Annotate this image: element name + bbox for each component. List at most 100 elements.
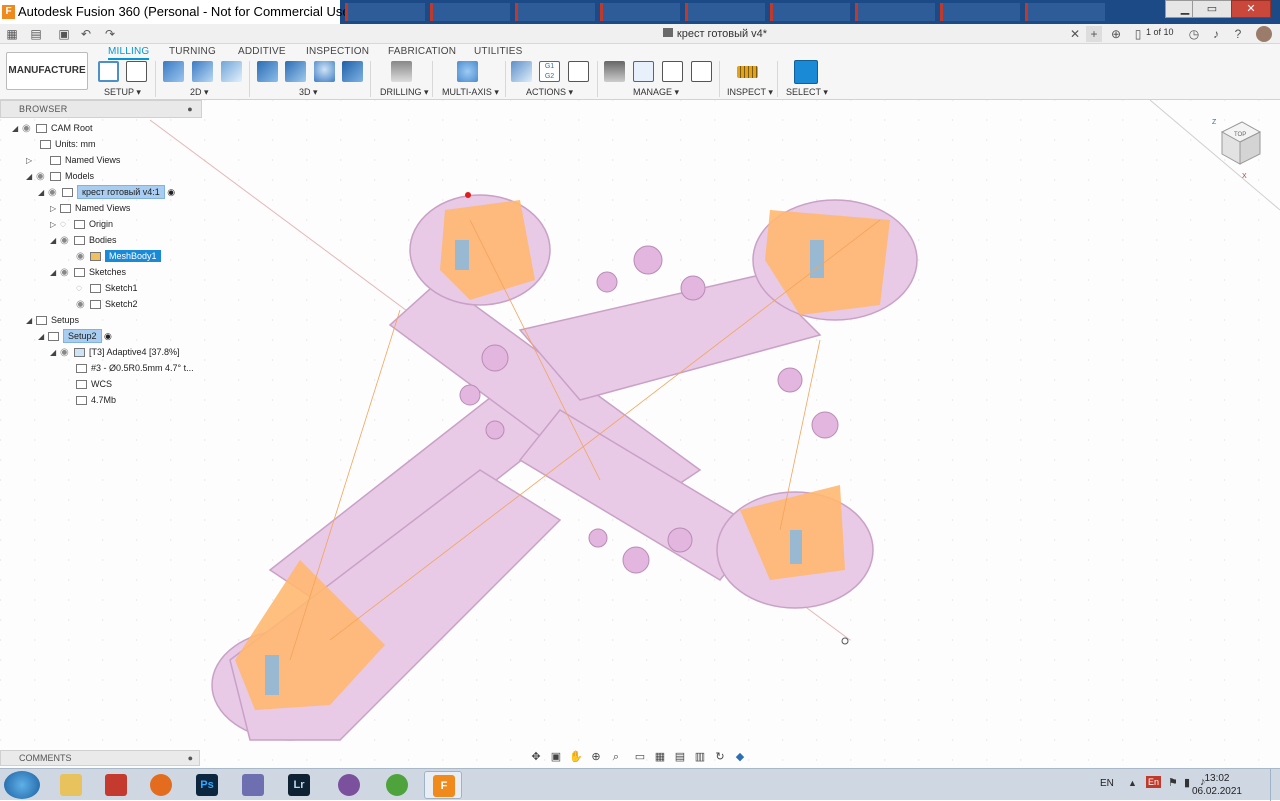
collapse-icon[interactable]: ◢ [38,185,48,201]
taskbar-fusion360[interactable]: F [424,771,462,799]
inspect-group-label[interactable]: INSPECT ▾ [727,87,773,98]
setup-group-label[interactable]: SETUP ▾ [104,87,141,98]
taskbar-photoshop[interactable]: Ps [188,771,226,799]
template-library-icon[interactable] [691,61,712,82]
collapse-icon[interactable]: ◢ [12,121,22,137]
tree-node-component-named-views[interactable]: ▷ Named Views [50,200,130,216]
background-window-tab[interactable] [1025,3,1105,21]
activate-radio-icon[interactable]: ◉ [104,331,112,341]
tree-node-sketch1[interactable]: ◌ Sketch1 [76,280,138,296]
3d-adaptive-icon[interactable] [257,61,278,82]
tree-node-cam-root[interactable]: ◢ ◉ CAM Root [12,120,93,136]
tab-additive[interactable]: ADDITIVE [238,46,286,57]
undo-icon[interactable]: ↶ [78,26,94,42]
drill-icon[interactable] [391,61,412,82]
tree-node-sketch2[interactable]: ◉ Sketch2 [76,296,138,312]
2d-contour-icon[interactable] [192,61,213,82]
tab-inspection[interactable]: INSPECTION [306,46,369,57]
eye-icon[interactable]: ◉ [60,265,74,281]
simulate-icon[interactable] [511,61,532,82]
background-window-tab[interactable] [515,3,595,21]
2d-group-label[interactable]: 2D ▾ [190,87,209,98]
multi-axis-icon[interactable] [457,61,478,82]
new-setup-icon[interactable] [98,61,119,82]
background-window-tab[interactable] [685,3,765,21]
eye-icon[interactable]: ◉ [22,121,36,137]
tree-node-origin[interactable]: ▷ ◌ Origin [50,216,113,232]
background-window-tab[interactable] [855,3,935,21]
tree-node-wcs[interactable]: WCS [76,376,112,392]
browser-header[interactable]: BROWSER ● [0,100,202,118]
apps-grid-icon[interactable]: ▦ [4,26,20,42]
tree-node-setup2[interactable]: ◢ Setup2 ◉ [38,328,112,344]
tab-utilities[interactable]: UTILITIES [474,46,522,57]
taskbar-camera-app[interactable] [97,771,135,799]
effects-icon[interactable]: ◆ [732,750,748,764]
tree-node-named-views[interactable]: ▷ Named Views [26,152,120,168]
tab-turning[interactable]: TURNING [169,46,216,57]
taskbar-utorrent[interactable] [378,771,416,799]
select-group-label[interactable]: SELECT ▾ [786,87,828,98]
viewports-icon[interactable]: ▤ [672,750,688,764]
setup-sheet-action-icon[interactable] [568,61,589,82]
tree-node-sketches[interactable]: ◢ ◉ Sketches [50,264,126,280]
taskbar-save-app[interactable] [234,771,272,799]
tree-node-models[interactable]: ◢ ◉ Models [26,168,94,184]
multi-axis-group-label[interactable]: MULTI-AXIS ▾ [442,87,499,98]
refresh-icon[interactable]: ↻ [712,750,728,764]
background-window-tab[interactable] [770,3,850,21]
3d-group-label[interactable]: 3D ▾ [299,87,318,98]
redo-icon[interactable]: ↷ [102,26,118,42]
post-library-icon[interactable] [662,61,683,82]
taskbar-firefox[interactable] [142,771,180,799]
new-tab-icon[interactable]: + [1086,26,1102,42]
background-window-tab[interactable] [600,3,680,21]
close-window-button[interactable]: ✕ [1231,0,1271,18]
file-menu-icon[interactable]: ▤ [28,26,44,42]
look-at-icon[interactable]: ▣ [548,750,564,764]
tray-expand-icon[interactable]: ▲ [1128,778,1137,788]
collapse-icon[interactable]: ◢ [26,313,36,329]
save-icon[interactable]: ▣ [56,26,72,42]
comments-options-icon[interactable]: ● [188,751,193,765]
eye-icon[interactable]: ◉ [48,185,62,201]
drilling-group-label[interactable]: DRILLING ▾ [380,87,429,98]
display-settings-icon[interactable]: ▭ [632,750,648,764]
expand-icon[interactable]: ▷ [50,217,60,233]
view-cube[interactable]: TOP Z X [1208,112,1268,182]
document-tab[interactable]: крест готовый v4* [350,24,1080,44]
extensions-icon[interactable]: ⊕ [1108,26,1124,42]
collapse-icon[interactable]: ◢ [50,265,60,281]
tree-node-setups[interactable]: ◢ Setups [26,312,79,328]
visual-style-icon[interactable]: ▥ [692,750,708,764]
show-desktop-button[interactable] [1270,769,1280,801]
action-center-icon[interactable]: ⚑ [1168,776,1178,789]
eye-icon[interactable]: ◉ [60,345,74,361]
background-window-tab[interactable] [345,3,425,21]
taskbar-viber[interactable] [330,771,368,799]
3d-parallel-icon[interactable] [314,61,335,82]
start-button[interactable] [4,771,40,799]
taskbar-explorer[interactable] [52,771,90,799]
eye-icon[interactable]: ◉ [36,169,50,185]
activate-radio-icon[interactable]: ◉ [167,187,175,197]
browser-options-icon[interactable]: ● [187,101,193,117]
actions-group-label[interactable]: ACTIONS ▾ [526,87,573,98]
pan-icon[interactable]: ✋ [568,750,584,764]
system-clock[interactable]: 13:02 06.02.2021 [1192,772,1242,798]
tree-node-size[interactable]: 4.7Mb [76,392,116,408]
collapse-icon[interactable]: ◢ [50,345,60,361]
job-status-icon[interactable]: ▯ [1130,26,1146,42]
close-tab-icon[interactable]: ✕ [1067,26,1083,42]
workspace-switcher[interactable]: MANUFACTURE ▾ [6,52,88,112]
background-window-tab[interactable] [940,3,1020,21]
collapse-icon[interactable]: ◢ [50,233,60,249]
expand-icon[interactable]: ▷ [50,201,60,217]
eye-icon[interactable]: ◌ [60,217,74,233]
tree-node-operation[interactable]: ◢ ◉ [T3] Adaptive4 [37.8%] [50,344,180,360]
eye-icon[interactable]: ◉ [76,249,90,265]
language-indicator[interactable]: EN [1100,778,1114,789]
select-icon[interactable] [794,60,818,84]
notifications-icon[interactable]: ♪ [1208,26,1224,42]
keyboard-layout-badge[interactable]: En [1146,776,1162,788]
